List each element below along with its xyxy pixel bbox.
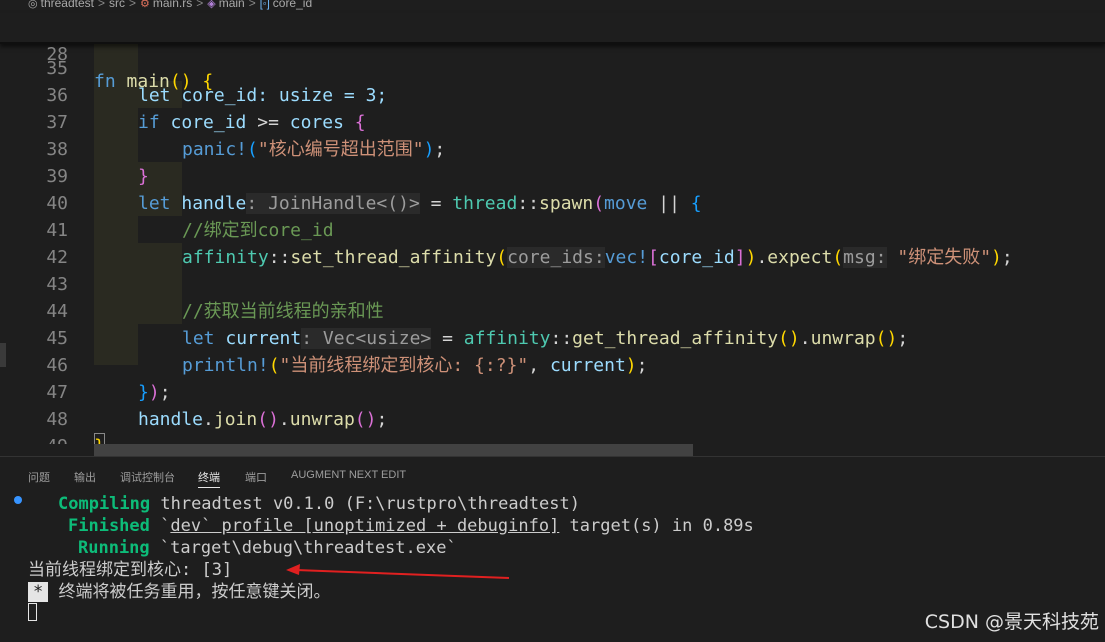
horizontal-scrollbar[interactable] <box>94 444 693 456</box>
breadcrumb-separator: > <box>248 0 256 10</box>
breadcrumb-item-core-id[interactable]: core_id <box>273 0 312 10</box>
terminal-line: Finished `dev` profile [unoptimized + de… <box>68 516 754 536</box>
variable-symbol-icon: [◦] <box>259 0 270 10</box>
program-output: 当前线程绑定到核心: [3] <box>28 560 233 580</box>
code-line: 48 } <box>0 379 1105 444</box>
code-line: 38 } <box>0 109 1105 187</box>
tab-problems[interactable]: 问题 <box>28 469 50 487</box>
tab-augment-next-edit[interactable]: AUGMENT NEXT EDIT <box>291 469 406 487</box>
breadcrumb-separator: > <box>97 0 105 10</box>
code-line: 42 <box>0 217 1105 268</box>
code-line: 43 //获取当前线程的亲和性 <box>0 244 1105 322</box>
folder-target-icon: ◎ <box>28 0 38 10</box>
function-name: main <box>126 71 170 92</box>
terminal-line: Compiling threadtest v0.1.0 (F:\rustpro\… <box>58 494 580 514</box>
code-line: 46 }); <box>0 325 1105 403</box>
rust-file-icon: ⚙ <box>140 0 150 10</box>
code-line: 44 let current: Vec<usize> = affinity::g… <box>0 271 1105 349</box>
breadcrumb-item-project[interactable]: threadtest <box>41 0 94 10</box>
code-editor[interactable]: 35 let core_id: usize = 3; 36 if core_id… <box>0 42 1105 444</box>
task-star-badge: * <box>28 582 49 602</box>
tab-ports[interactable]: 端口 <box>245 469 267 487</box>
function-symbol-icon: ◈ <box>207 0 216 10</box>
breadcrumb-item-file[interactable]: main.rs <box>153 0 192 10</box>
breadcrumb-separator: > <box>196 0 204 10</box>
code-line: 41 affinity::set_thread_affinity(core_id… <box>0 190 1105 268</box>
code-line: 47 handle.join().unwrap(); <box>0 352 1105 430</box>
breadcrumb: ◎ threadtest > src > ⚙ main.rs > ◈ main > [◦] core_i… <box>0 0 1105 13</box>
code-line: 39 let handle: JoinHandle<()> = thread::… <box>0 136 1105 214</box>
command-decoration-icon[interactable] <box>14 496 22 504</box>
line-number: 28 <box>46 44 68 65</box>
line-number: 49 <box>28 433 68 444</box>
tab-debug-console[interactable]: 调试控制台 <box>120 469 175 487</box>
code-line: 45 println!("当前线程绑定到核心: {:?}", current); <box>0 298 1105 376</box>
matched-bracket: } <box>94 433 105 444</box>
panel-tab-bar: 问题 输出 调试控制台 终端 端口 AUGMENT NEXT EDIT <box>0 456 1105 491</box>
annotation-arrow-icon <box>286 564 510 579</box>
terminal-line: * 终端将被任务重用，按任意键关闭。 <box>28 581 330 603</box>
code-line: 40 //绑定到core_id <box>0 163 1105 241</box>
tab-output[interactable]: 输出 <box>74 469 96 487</box>
watermark: CSDN @景天科技苑 <box>924 611 1099 633</box>
breadcrumb-item-src[interactable]: src <box>109 0 125 10</box>
keyword: fn <box>94 71 116 92</box>
terminal-cursor <box>28 603 37 621</box>
tab-terminal[interactable]: 终端 <box>198 469 220 488</box>
sticky-scroll-header[interactable]: 28 fn main() { <box>0 13 1105 92</box>
terminal-line: Running `target\debug\threadtest.exe` <box>78 538 457 558</box>
code-line: 49 <box>0 406 1105 444</box>
breadcrumb-separator: > <box>129 0 137 10</box>
activity-indicator <box>0 343 6 367</box>
breadcrumb-item-main[interactable]: main <box>219 0 245 10</box>
